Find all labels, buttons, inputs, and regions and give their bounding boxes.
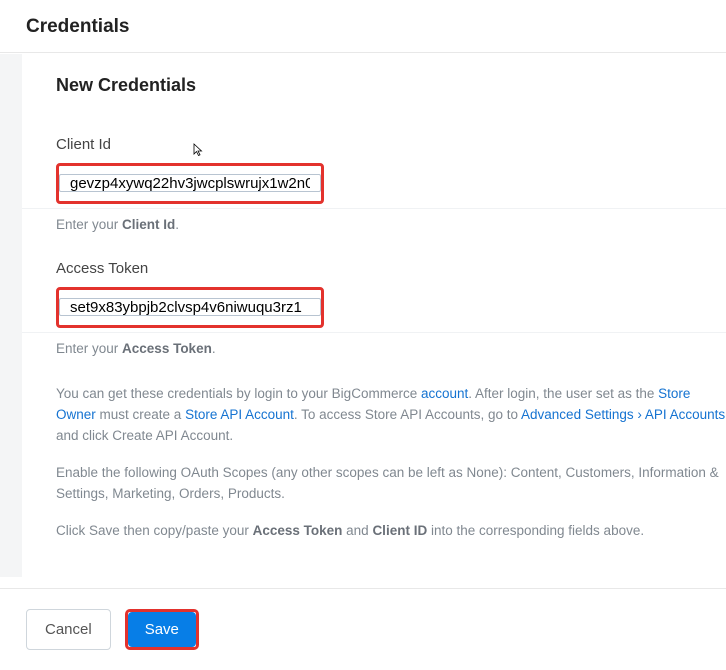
- client-id-hint: Enter your Client Id.: [56, 217, 726, 232]
- footer-actions: Cancel Save: [0, 588, 726, 670]
- save-highlight: Save: [125, 609, 199, 650]
- page-header: Credentials: [0, 0, 726, 53]
- client-id-highlight: [56, 163, 324, 204]
- client-id-label: Client Id: [56, 136, 726, 153]
- info-text-3: Click Save then copy/paste your Access T…: [56, 521, 726, 542]
- access-token-highlight: [56, 287, 324, 328]
- info-text-1: You can get these credentials by login t…: [56, 384, 726, 447]
- access-token-field: Access Token Enter your Access Token.: [56, 260, 726, 356]
- access-token-label: Access Token: [56, 260, 726, 277]
- advanced-settings-link[interactable]: Advanced Settings › API Accounts: [521, 407, 725, 422]
- page-title: Credentials: [26, 16, 700, 38]
- cancel-button[interactable]: Cancel: [26, 609, 111, 650]
- store-api-account-link[interactable]: Store API Account: [185, 407, 294, 422]
- access-token-hint: Enter your Access Token.: [56, 341, 726, 356]
- client-id-input[interactable]: [60, 166, 320, 201]
- access-token-input[interactable]: [60, 290, 320, 325]
- info-text-2: Enable the following OAuth Scopes (any o…: [56, 463, 726, 505]
- client-id-field: Client Id Enter your Client Id.: [56, 136, 726, 232]
- backdrop-strip: [0, 54, 22, 577]
- save-button[interactable]: Save: [128, 612, 196, 647]
- panel-title: New Credentials: [56, 75, 726, 96]
- account-link[interactable]: account: [421, 386, 468, 401]
- credentials-panel: New Credentials Client Id Enter your Cli…: [22, 53, 726, 588]
